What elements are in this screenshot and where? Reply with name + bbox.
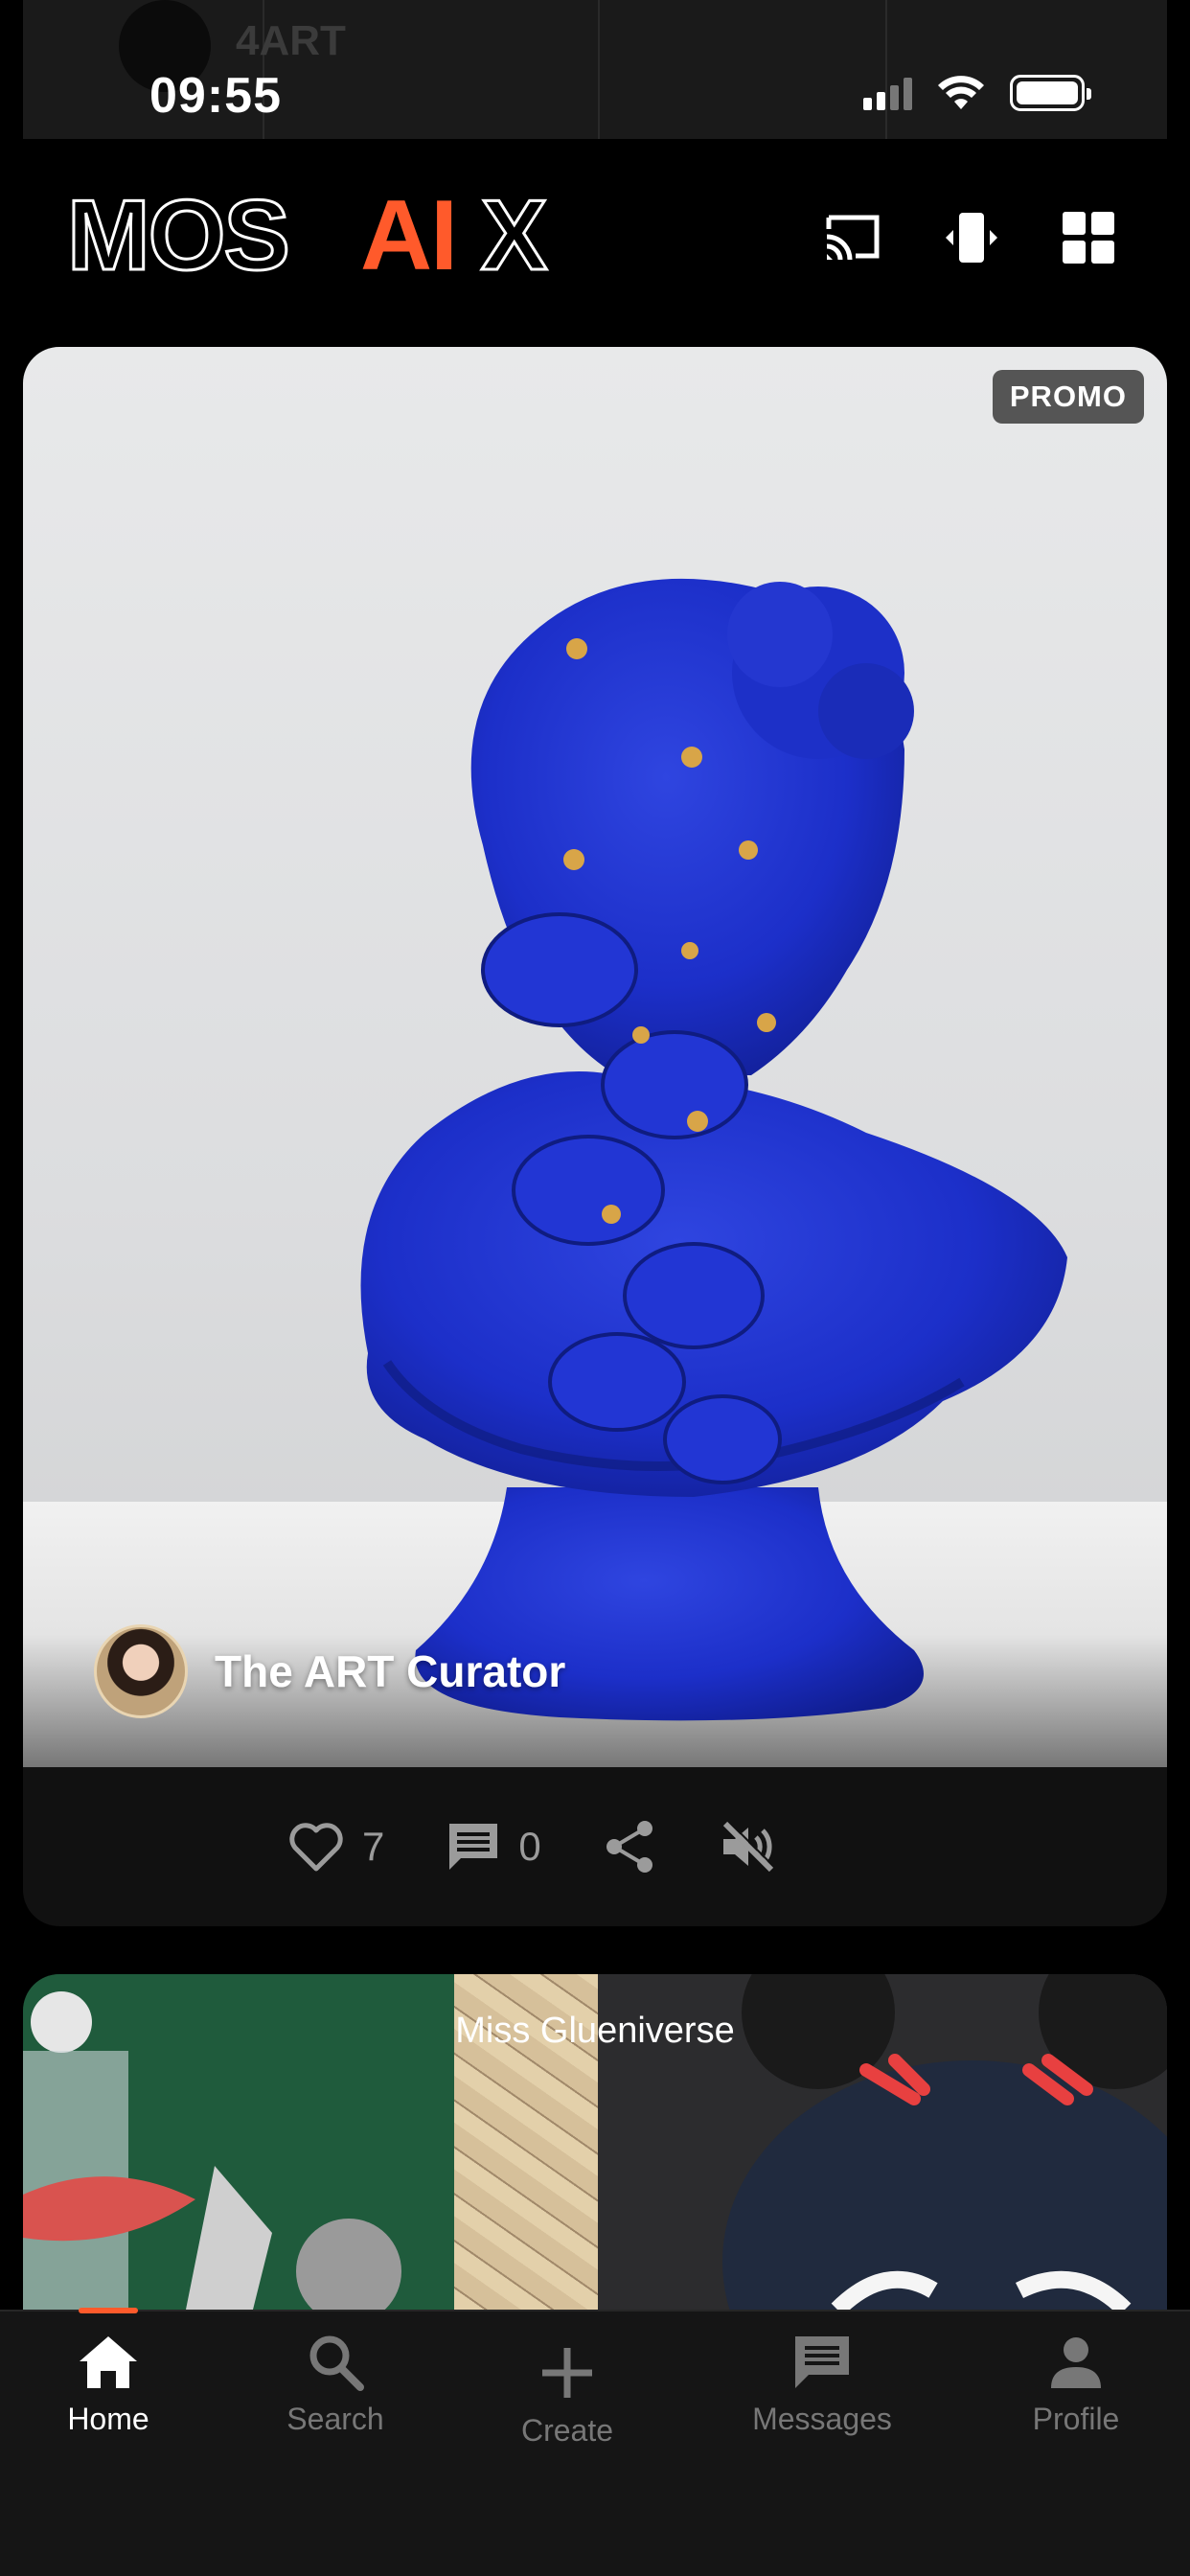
search-icon — [309, 2335, 364, 2391]
swipe-view-icon — [946, 213, 997, 263]
nav-messages-label: Messages — [752, 2402, 892, 2436]
mute-button[interactable] — [720, 1820, 777, 1874]
nav-search-label: Search — [286, 2402, 384, 2436]
battery-icon — [1010, 75, 1091, 111]
nav-search[interactable]: Search — [240, 2333, 431, 2437]
comment-button[interactable]: 0 — [446, 1820, 541, 1874]
app-header: MOS AI X — [0, 139, 1190, 340]
nav-profile-label: Profile — [1032, 2402, 1120, 2436]
nav-home[interactable]: Home — [12, 2333, 204, 2437]
author-name[interactable]: The ART Curator — [215, 1645, 565, 1697]
plus-icon — [542, 2348, 592, 2398]
nav-create-label: Create — [520, 2413, 614, 2448]
nav-profile[interactable]: Profile — [980, 2333, 1172, 2437]
promo-badge: PROMO — [992, 370, 1144, 424]
mosaix-logo: MOS AI X — [67, 187, 549, 283]
comment-icon — [449, 1824, 498, 1870]
post-actions: 7 0 — [23, 1767, 1167, 1926]
svg-text:X: X — [481, 187, 547, 283]
svg-text:MOS: MOS — [67, 187, 288, 283]
cellular-signal-icon — [863, 76, 912, 110]
nav-create[interactable]: Create — [471, 2342, 663, 2449]
cast-icon — [826, 215, 880, 261]
comment-count: 0 — [518, 1824, 541, 1869]
author-avatar[interactable] — [94, 1624, 188, 1718]
like-count: 7 — [362, 1824, 385, 1869]
status-bar: 4ART 09:55 — [0, 0, 1190, 139]
post-image[interactable]: PROMO The ART Curator — [23, 347, 1167, 1767]
post-author[interactable]: The ART Curator — [94, 1624, 565, 1718]
grid-view-button[interactable] — [1055, 204, 1122, 271]
cast-button[interactable] — [819, 204, 886, 271]
wifi-icon — [938, 76, 984, 109]
post2-title: Miss Glueniverse — [455, 2011, 735, 2051]
share-icon — [606, 1821, 652, 1873]
home-icon — [80, 2336, 137, 2388]
post-card-2[interactable]: Miss Glueniverse — [23, 1974, 1167, 2310]
swipe-view-button[interactable] — [938, 204, 1005, 271]
heart-icon — [289, 1823, 343, 1872]
profile-icon — [1051, 2337, 1101, 2388]
background-app-name: 4ART — [236, 17, 346, 64]
messages-icon — [795, 2336, 849, 2388]
status-time: 09:55 — [149, 68, 282, 124]
active-tab-indicator — [79, 2308, 138, 2313]
svg-text:AI: AI — [360, 187, 456, 283]
grid-view-icon — [1063, 212, 1114, 264]
like-button[interactable]: 7 — [287, 1821, 384, 1873]
mute-icon — [722, 1821, 776, 1873]
bottom-nav: Home Search Create Messages Profile — [0, 2308, 1190, 2576]
post-card[interactable]: PROMO The ART Curator 7 0 — [23, 347, 1167, 1926]
status-icons — [863, 75, 1091, 111]
nav-messages[interactable]: Messages — [726, 2333, 918, 2437]
nav-home-label: Home — [67, 2402, 149, 2436]
share-button[interactable] — [603, 1819, 658, 1874]
blue-bust-sculpture — [360, 578, 1067, 1721]
